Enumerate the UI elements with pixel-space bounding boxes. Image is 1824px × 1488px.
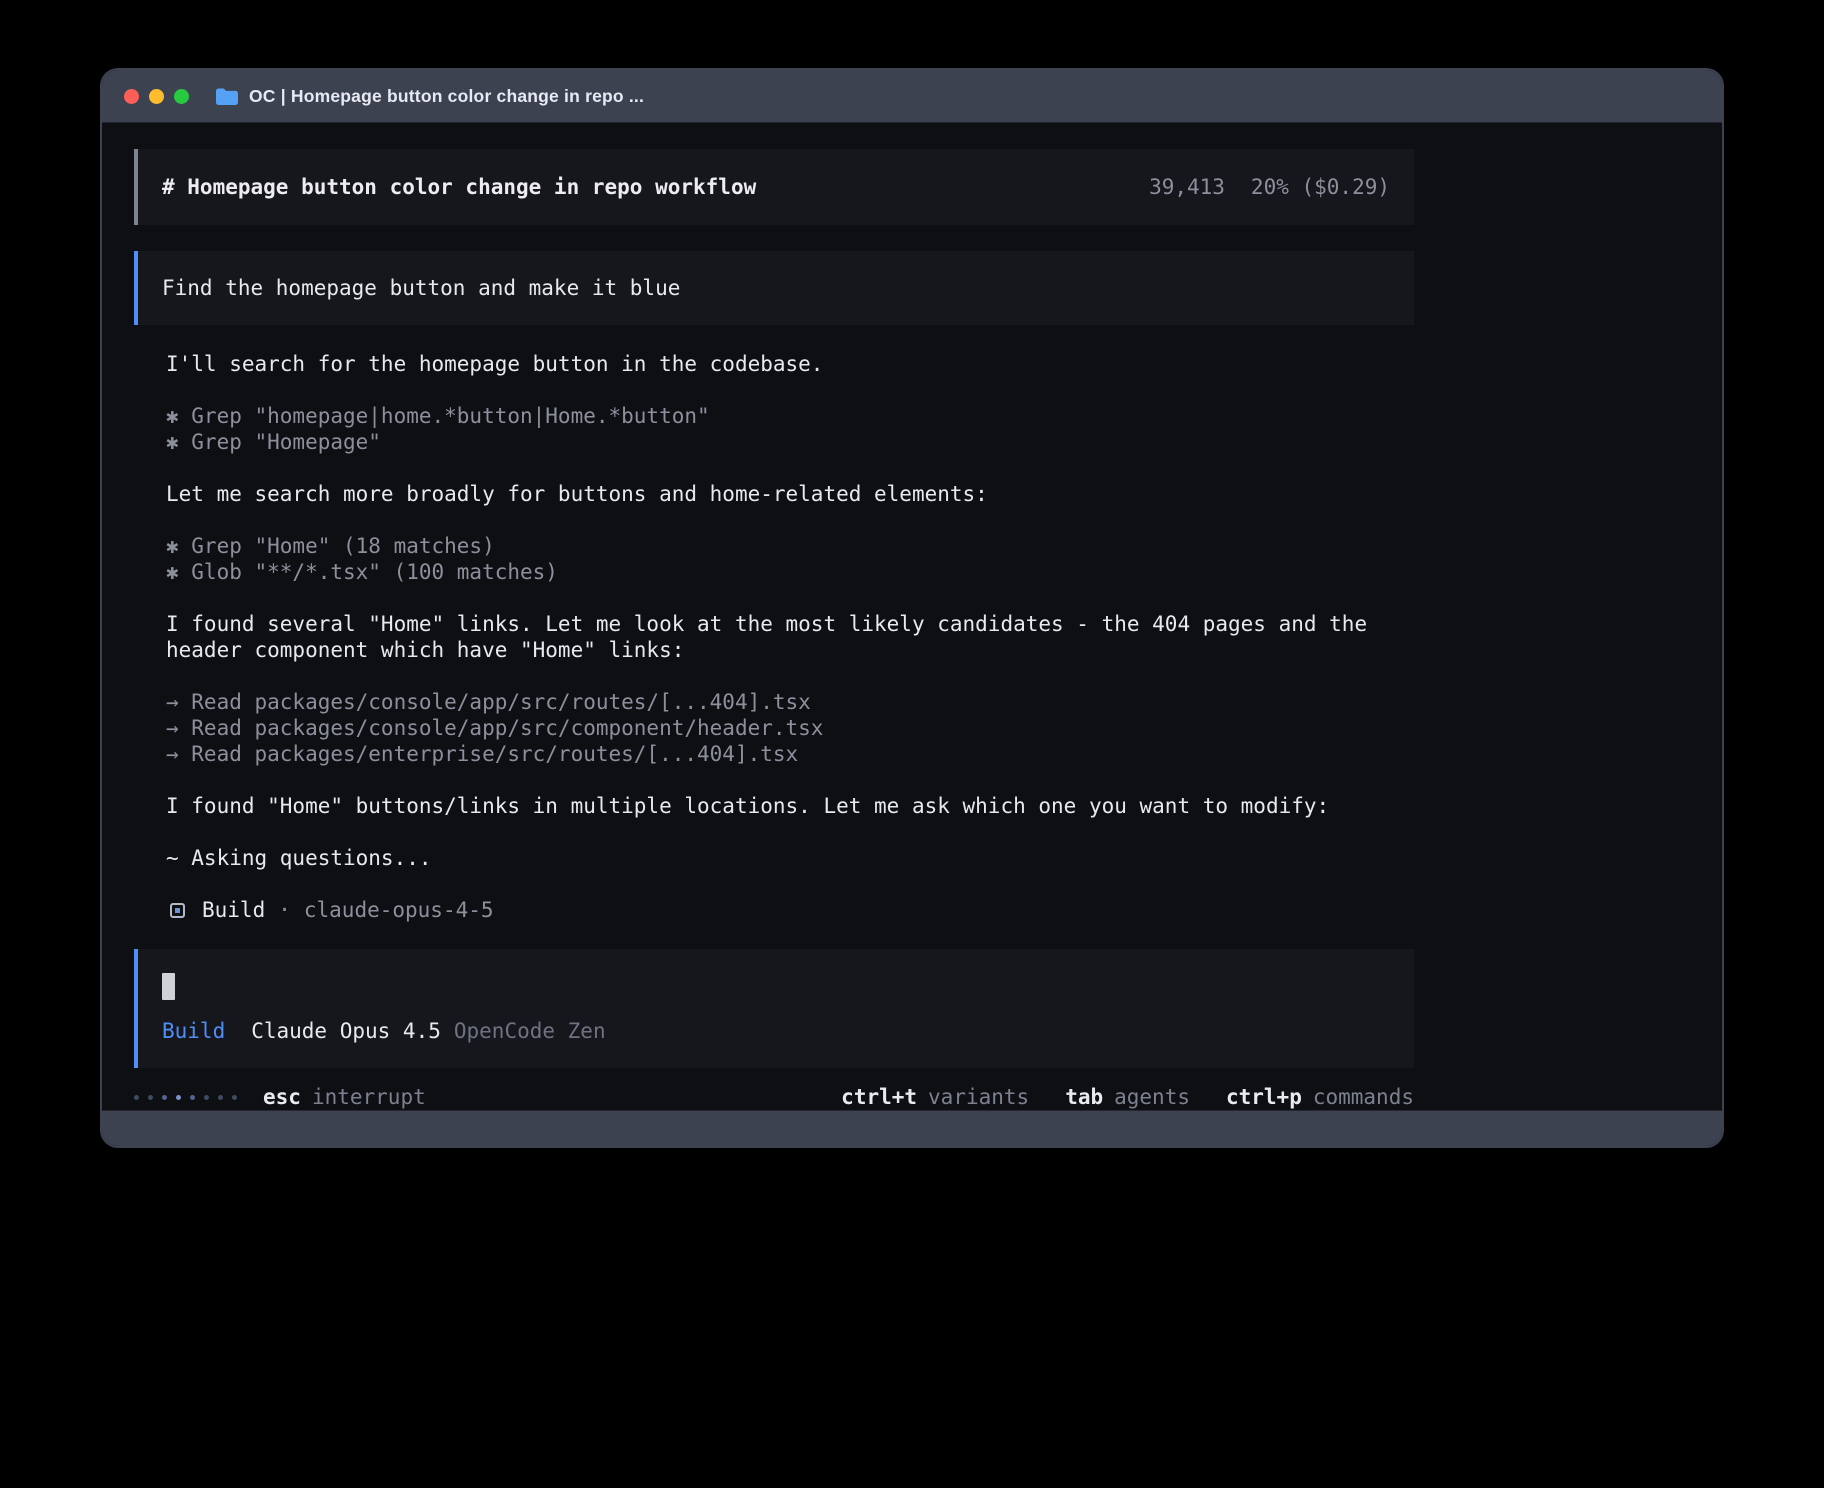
agent-model: claude-opus-4-5	[304, 897, 494, 923]
token-count: 39,413	[1149, 174, 1225, 200]
folder-icon	[215, 87, 238, 106]
agent-name: Build	[202, 897, 265, 923]
session-title: # Homepage button color change in repo w…	[162, 174, 756, 200]
prompt-input[interactable]: Build Claude Opus 4.5 OpenCode Zen	[134, 949, 1414, 1068]
status-bar-left: esc interrupt	[134, 1084, 426, 1110]
tool-call-group: ✱ Grep "Home" (18 matches) ✱ Glob "**/*.…	[166, 533, 1414, 585]
tool-call-line: ✱ Grep "Homepage"	[166, 429, 1414, 455]
hint-label: agents	[1114, 1084, 1190, 1110]
hint-key: tab	[1065, 1084, 1103, 1110]
assistant-text: I found several "Home" links. Let me loo…	[166, 611, 1414, 663]
window-bottom-chrome	[102, 1110, 1722, 1148]
hint-key: ctrl+p	[1226, 1084, 1302, 1110]
tool-call-line: → Read packages/enterprise/src/routes/[.…	[166, 741, 1414, 767]
spinner-dots-icon	[134, 1095, 237, 1100]
asking-status: ~ Asking questions...	[166, 845, 1414, 871]
agent-task: Build · claude-opus-4-5	[166, 897, 1414, 923]
session-stats: 39,413 20% ($0.29)	[1149, 174, 1390, 200]
tool-call-line: → Read packages/console/app/src/routes/[…	[166, 689, 1414, 715]
close-window-button[interactable]	[124, 89, 139, 104]
hint-label: variants	[928, 1084, 1029, 1110]
minimize-window-button[interactable]	[149, 89, 164, 104]
window-title: OC | Homepage button color change in rep…	[249, 86, 644, 107]
esc-key: esc	[263, 1084, 301, 1110]
context-usage-cost: 20% ($0.29)	[1251, 174, 1390, 200]
square-dot-icon	[170, 903, 185, 918]
zoom-window-button[interactable]	[174, 89, 189, 104]
assistant-transcript: I'll search for the homepage button in t…	[166, 351, 1414, 923]
session-header: # Homepage button color change in repo w…	[134, 149, 1414, 225]
tool-call-line: ✱ Grep "Home" (18 matches)	[166, 533, 1414, 559]
tool-call-group: → Read packages/console/app/src/routes/[…	[166, 689, 1414, 767]
status-bar: esc interrupt ctrl+t variants tab agents…	[134, 1084, 1414, 1110]
window-titlebar[interactable]: OC | Homepage button color change in rep…	[102, 70, 1722, 123]
hint-agents: tab agents	[1065, 1084, 1190, 1110]
user-message-text: Find the homepage button and make it blu…	[162, 276, 680, 300]
traffic-lights	[124, 89, 189, 104]
hint-variants: ctrl+t variants	[841, 1084, 1029, 1110]
tool-call-line: ✱ Grep "homepage|home.*button|Home.*butt…	[166, 403, 1414, 429]
user-message: Find the homepage button and make it blu…	[134, 251, 1414, 325]
provider-label: OpenCode Zen	[454, 1018, 606, 1044]
terminal-window: OC | Homepage button color change in rep…	[100, 68, 1724, 1148]
text-cursor	[162, 973, 175, 1000]
separator-dot: ·	[278, 897, 291, 923]
assistant-text: I'll search for the homepage button in t…	[166, 351, 1414, 377]
tool-call-line: ✱ Glob "**/*.tsx" (100 matches)	[166, 559, 1414, 585]
hint-commands: ctrl+p commands	[1226, 1084, 1414, 1110]
hint-label: commands	[1313, 1084, 1414, 1110]
esc-label: interrupt	[312, 1084, 426, 1110]
agent-mode-label[interactable]: Build	[162, 1018, 225, 1044]
hint-key: ctrl+t	[841, 1084, 917, 1110]
assistant-text: Let me search more broadly for buttons a…	[166, 481, 1414, 507]
tool-call-group: ✱ Grep "homepage|home.*button|Home.*butt…	[166, 403, 1414, 455]
assistant-text: I found "Home" buttons/links in multiple…	[166, 793, 1414, 819]
status-bar-hints: ctrl+t variants tab agents ctrl+p comman…	[841, 1084, 1414, 1110]
terminal-content: # Homepage button color change in repo w…	[102, 123, 1722, 1110]
model-label[interactable]: Claude Opus 4.5	[251, 1018, 441, 1044]
tool-call-line: → Read packages/console/app/src/componen…	[166, 715, 1414, 741]
input-mode-line: Build Claude Opus 4.5 OpenCode Zen	[162, 1018, 1390, 1044]
